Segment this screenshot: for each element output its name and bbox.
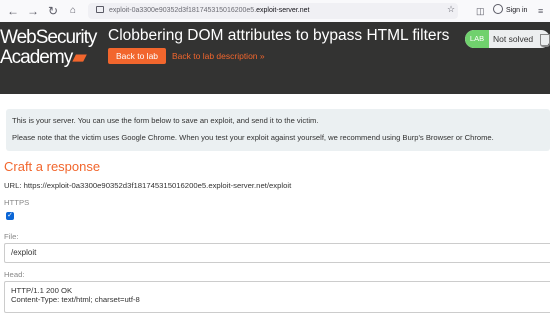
forward-arrow-icon[interactable]: → bbox=[26, 4, 40, 18]
lock-icon bbox=[96, 6, 104, 13]
back-to-description-label: Back to lab description bbox=[172, 51, 258, 61]
craft-response-heading: Craft a response bbox=[4, 159, 101, 174]
flask-icon bbox=[540, 34, 550, 47]
logo-slash-mark: ▰ bbox=[72, 47, 87, 68]
sign-in-label: Sign in bbox=[506, 7, 528, 14]
menu-icon[interactable]: ≡ bbox=[538, 4, 543, 18]
https-checkbox[interactable]: ✓ bbox=[6, 212, 14, 220]
back-arrow-icon[interactable]: ← bbox=[6, 4, 20, 18]
file-label: File: bbox=[4, 232, 19, 241]
academy-logo[interactable]: WebSecurity Academy▰ bbox=[0, 28, 100, 68]
back-to-lab-description-link[interactable]: Back to lab description » bbox=[172, 48, 265, 64]
file-input-field[interactable] bbox=[4, 243, 550, 263]
lab-status-text: Not solved bbox=[493, 34, 534, 44]
head-line-2: Content-Type: text/html; charset=utf-8 bbox=[11, 295, 140, 304]
server-notice: This is your server. You can use the for… bbox=[6, 109, 550, 151]
chevron-right-icon: » bbox=[259, 51, 265, 61]
https-label: HTTPS bbox=[4, 198, 30, 207]
lab-header: WebSecurity Academy▰ Clobbering DOM attr… bbox=[0, 22, 550, 94]
url-prefix: exploit-0a3300e90352d3f181745315016200e5… bbox=[109, 7, 257, 14]
exploit-url-text: URL: https://exploit-0a3300e90352d3f1817… bbox=[4, 181, 292, 190]
lab-status-badge: LAB bbox=[465, 30, 489, 48]
bookmark-star-icon[interactable]: ☆ bbox=[447, 4, 455, 15]
account-icon bbox=[493, 4, 503, 14]
address-bar[interactable]: exploit-0a3300e90352d3f181745315016200e5… bbox=[88, 3, 458, 19]
head-line-1: HTTP/1.1 200 OK bbox=[11, 286, 73, 295]
sign-in-button[interactable]: Sign in bbox=[493, 4, 527, 18]
notice-line-1: This is your server. You can use the for… bbox=[12, 116, 319, 125]
head-label: Head: bbox=[4, 270, 25, 279]
logo-line1: WebSecurity bbox=[0, 27, 97, 48]
file-input[interactable] bbox=[11, 244, 531, 260]
back-to-lab-button[interactable]: Back to lab bbox=[108, 48, 166, 64]
reload-icon[interactable]: ↻ bbox=[46, 4, 60, 18]
browser-toolbar: ← → ↻ ⌂ exploit-0a3300e90352d3f181745315… bbox=[0, 0, 550, 23]
lab-status-widget: LAB Not solved bbox=[465, 30, 550, 48]
home-icon[interactable]: ⌂ bbox=[66, 4, 80, 18]
url-domain: exploit-server.net bbox=[256, 7, 310, 14]
notice-line-2: Please note that the victim uses Google … bbox=[12, 133, 494, 142]
screenshot-icon[interactable]: ◫ bbox=[476, 4, 485, 18]
lab-title: Clobbering DOM attributes to bypass HTML… bbox=[108, 27, 450, 44]
logo-line2: Academy▰ bbox=[0, 47, 87, 68]
head-textarea[interactable]: HTTP/1.1 200 OK Content-Type: text/html;… bbox=[4, 281, 550, 313]
